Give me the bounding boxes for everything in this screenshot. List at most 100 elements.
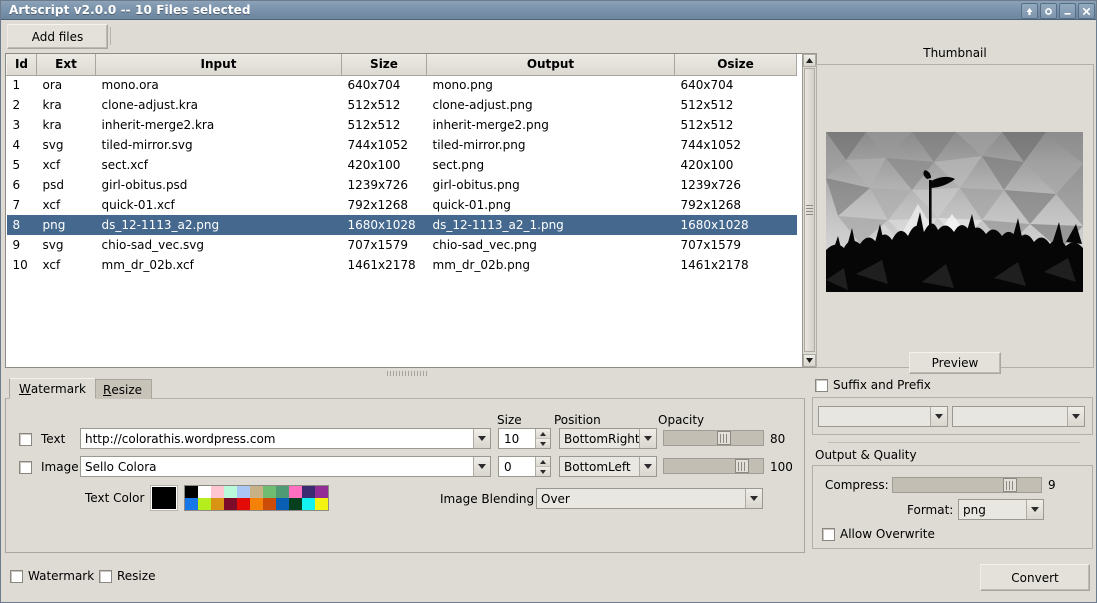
suffix-dropdown-icon[interactable] — [1067, 407, 1084, 426]
table-row[interactable]: 7 xcf quick-01.xcf 792x1268 quick-01.png 792x… — [7, 195, 797, 215]
sticky-icon[interactable] — [1040, 3, 1057, 19]
palette-swatch[interactable] — [224, 498, 237, 510]
image-position-select[interactable]: BottomLeft — [559, 456, 657, 477]
format-dropdown-icon[interactable] — [1026, 500, 1043, 519]
text-opacity-slider[interactable] — [663, 430, 764, 446]
watermark-image-input[interactable]: Sello Colora — [80, 456, 491, 477]
table-row[interactable]: 8 png ds_12-1113_a2.png 1680x1028 ds_12-1113… — [6, 215, 797, 235]
text-size-down-icon[interactable] — [535, 439, 550, 448]
prefix-select[interactable] — [818, 406, 948, 427]
cell-osize: 512x512 — [680, 98, 734, 112]
bottom-watermark-checkbox[interactable] — [10, 569, 23, 583]
close-icon[interactable] — [1078, 3, 1095, 19]
image-size-up-icon[interactable] — [535, 457, 550, 467]
add-files-button[interactable]: Add files — [7, 24, 108, 49]
scroll-up-icon[interactable] — [803, 54, 816, 67]
table-row[interactable]: 3 kra inherit-merge2.kra 512x512 inherit-mer… — [7, 115, 797, 135]
column-header-ext[interactable]: Ext — [36, 54, 96, 76]
text-opacity-knob[interactable] — [717, 431, 731, 445]
panel-splitter[interactable] — [4, 369, 810, 377]
image-position-dropdown-icon[interactable] — [639, 457, 656, 476]
prefix-dropdown-icon[interactable] — [930, 407, 947, 426]
tab-resize[interactable]: Resize — [93, 379, 152, 399]
image-opacity-slider[interactable] — [663, 458, 764, 474]
table-row[interactable]: 6 psd girl-obitus.psd 1239x726 girl-obitus.p… — [7, 175, 797, 195]
format-select[interactable]: png — [958, 499, 1044, 520]
color-palette[interactable] — [184, 485, 329, 511]
scrollbar-thumb[interactable] — [804, 68, 815, 352]
palette-swatch[interactable] — [185, 486, 198, 498]
watermark-image-dropdown-icon[interactable] — [473, 457, 490, 476]
image-row-label: Image — [41, 460, 79, 474]
palette-swatch[interactable] — [302, 486, 315, 498]
tab-watermark[interactable]: Watermark — [9, 378, 96, 399]
cell-osize: 1239x726 — [680, 178, 742, 192]
palette-swatch[interactable] — [198, 498, 211, 510]
image-watermark-checkbox[interactable] — [19, 460, 32, 474]
table-row[interactable]: 10 xcf mm_dr_02b.xcf 1461x2178 mm_dr_02b.png… — [7, 255, 797, 275]
file-list-scrollbar[interactable] — [802, 53, 817, 368]
palette-swatch[interactable] — [315, 486, 328, 498]
shade-icon[interactable] — [1021, 3, 1038, 19]
convert-button[interactable]: Convert — [980, 564, 1090, 591]
tab-resize-label: esize — [111, 382, 142, 397]
text-position-dropdown-icon[interactable] — [639, 429, 656, 448]
allow-overwrite-checkbox[interactable] — [822, 527, 835, 541]
scroll-down-icon[interactable] — [803, 354, 816, 367]
text-size-up-icon[interactable] — [535, 429, 550, 439]
compress-knob[interactable] — [1003, 478, 1017, 492]
compress-slider[interactable] — [892, 477, 1042, 493]
table-row[interactable]: 5 xcf sect.xcf 420x100 sect.png 420x100 — [7, 155, 797, 175]
palette-swatch[interactable] — [185, 498, 198, 510]
palette-swatch[interactable] — [302, 498, 315, 510]
palette-swatch[interactable] — [263, 498, 276, 510]
table-row[interactable]: 1 ora mono.ora 640x704 mono.png 640x704 — [7, 75, 797, 95]
column-header-osize[interactable]: Osize — [674, 54, 797, 76]
palette-swatch[interactable] — [276, 486, 289, 498]
cell-osize: 1680x1028 — [674, 215, 797, 235]
column-header-output[interactable]: Output — [426, 54, 675, 76]
palette-swatch[interactable] — [289, 486, 302, 498]
palette-swatch[interactable] — [224, 486, 237, 498]
current-text-color-swatch[interactable] — [151, 486, 177, 510]
text-size-stepper[interactable]: 10 — [498, 428, 551, 449]
column-header-input[interactable]: Input — [95, 54, 342, 76]
palette-swatch[interactable] — [250, 486, 263, 498]
watermark-text-input[interactable]: http://colorathis.wordpress.com — [80, 428, 491, 449]
palette-swatch[interactable] — [250, 498, 263, 510]
bottom-resize-checkbox[interactable] — [99, 569, 112, 583]
palette-swatch[interactable] — [211, 486, 224, 498]
image-blending-select[interactable]: Over — [536, 488, 763, 509]
file-list[interactable]: Id Ext Input Size Output Osize 1 ora mono.… — [5, 53, 811, 368]
palette-swatch[interactable] — [237, 486, 250, 498]
text-watermark-checkbox[interactable] — [19, 432, 32, 446]
image-opacity-knob[interactable] — [735, 459, 749, 473]
text-color-label: Text Color — [85, 491, 145, 505]
suffix-prefix-checkbox[interactable] — [815, 378, 828, 392]
table-row[interactable]: 9 svg chio-sad_vec.svg 707x1579 chio-sad_vec… — [7, 235, 797, 255]
palette-swatch[interactable] — [276, 498, 289, 510]
text-position-select[interactable]: BottomRight — [559, 428, 657, 449]
image-size-spin-buttons[interactable] — [535, 457, 550, 476]
image-blending-dropdown-icon[interactable] — [745, 489, 762, 508]
window-controls — [1021, 3, 1095, 19]
cell-ext: kra — [42, 118, 62, 132]
palette-swatch[interactable] — [315, 498, 328, 510]
suffix-select[interactable] — [952, 406, 1085, 427]
watermark-text-dropdown-icon[interactable] — [473, 429, 490, 448]
palette-swatch[interactable] — [237, 498, 250, 510]
table-row[interactable]: 4 svg tiled-mirror.svg 744x1052 tiled-mirror… — [7, 135, 797, 155]
palette-swatch[interactable] — [198, 486, 211, 498]
table-row[interactable]: 2 kra clone-adjust.kra 512x512 clone-adjust.… — [7, 95, 797, 115]
text-size-spin-buttons[interactable] — [535, 429, 550, 448]
minimize-icon[interactable] — [1059, 3, 1076, 19]
palette-swatch[interactable] — [263, 486, 276, 498]
palette-swatch[interactable] — [289, 498, 302, 510]
image-size-down-icon[interactable] — [535, 467, 550, 476]
preview-button[interactable]: Preview — [909, 352, 1001, 374]
column-header-id[interactable]: Id — [6, 54, 37, 76]
image-size-stepper[interactable]: 0 — [498, 456, 551, 477]
compress-label: Compress: — [825, 478, 889, 492]
palette-swatch[interactable] — [211, 498, 224, 510]
column-header-size[interactable]: Size — [341, 54, 427, 76]
